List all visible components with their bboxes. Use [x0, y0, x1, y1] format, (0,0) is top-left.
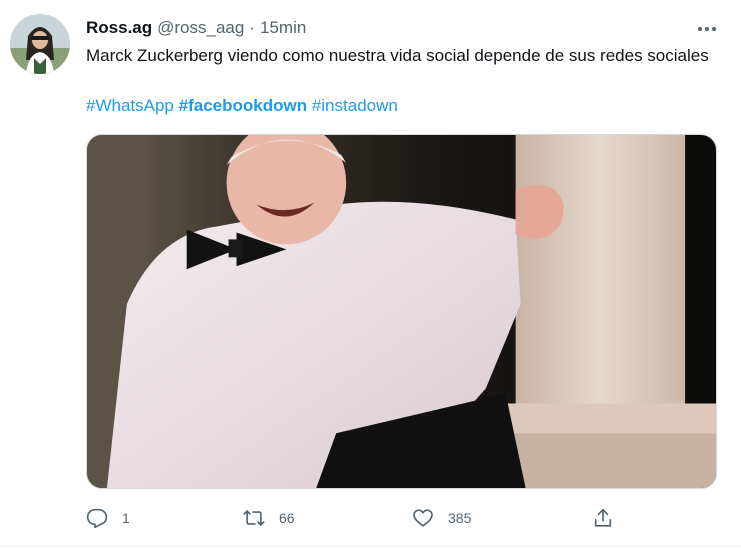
tweet-actions: 1 66 385: [86, 503, 626, 533]
heart-icon: [413, 509, 433, 527]
tweet-header: Ross.ag @ross_aag · 15min: [86, 16, 306, 40]
reply-count: 1: [122, 510, 130, 526]
divider: [0, 546, 741, 547]
hashtag-line: #WhatsApp #facebookdown #instadown: [86, 94, 398, 117]
reply-button[interactable]: 1: [86, 503, 130, 533]
like-button[interactable]: 385: [412, 503, 471, 533]
tweet-text: Marck Zuckerberg viendo como nuestra vid…: [86, 46, 709, 65]
hashtag-link[interactable]: #instadown: [312, 96, 398, 115]
hashtag-link[interactable]: #facebookdown: [179, 96, 307, 115]
tweet-media-image[interactable]: [86, 134, 717, 489]
more-icon-dot: [712, 27, 716, 31]
retweet-button[interactable]: 66: [243, 503, 295, 533]
user-handle[interactable]: @ross_aag: [157, 18, 244, 38]
display-name[interactable]: Ross.ag: [86, 18, 152, 38]
share-button[interactable]: [592, 503, 614, 533]
more-icon-dot: [705, 27, 709, 31]
tweet[interactable]: Ross.ag @ross_aag · 15min Marck Zuckerbe…: [0, 0, 741, 548]
reply-icon: [86, 508, 108, 529]
separator-dot: ·: [249, 18, 256, 37]
more-options-button[interactable]: [690, 16, 724, 42]
like-count: 385: [448, 510, 472, 526]
hashtag-link[interactable]: #WhatsApp: [86, 96, 174, 115]
avatar[interactable]: [10, 14, 70, 74]
retweet-icon: [243, 510, 265, 526]
share-icon: [594, 508, 612, 527]
retweet-count: 66: [279, 510, 295, 526]
more-icon: [698, 27, 702, 31]
tweet-timestamp[interactable]: 15min: [260, 18, 306, 38]
